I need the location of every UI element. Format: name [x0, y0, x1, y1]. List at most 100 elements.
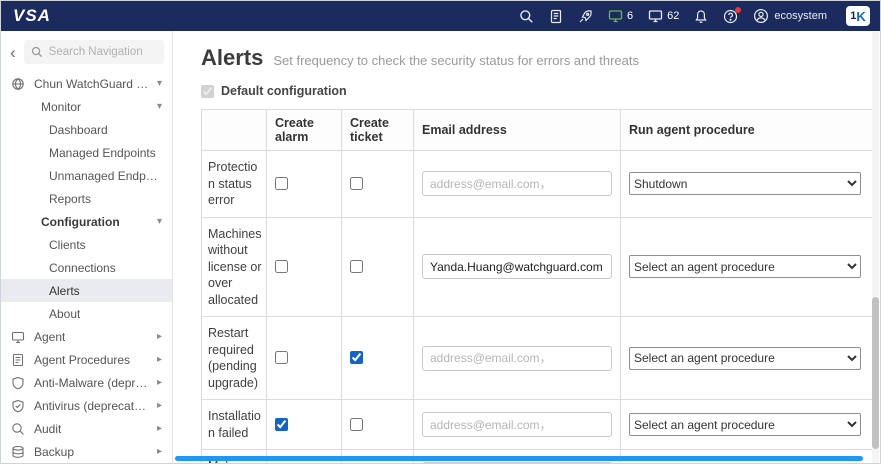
procedure-cell: Shutdown [620, 150, 874, 218]
total-agents-icon[interactable]: 62 [648, 9, 679, 23]
topbar: VSA 6 62 ecosystem 1 K [1, 1, 880, 31]
search-icon [31, 46, 42, 58]
sidebar-item-unmanaged-endpoints[interactable]: Unmanaged Endpoints [1, 164, 172, 187]
vertical-scrollbar-thumb[interactable] [872, 297, 879, 449]
sidebar-item-label: About [49, 306, 81, 321]
default-configuration-checkbox[interactable] [201, 84, 214, 98]
procedure-cell: Select an agent procedure [620, 216, 874, 317]
audit-icon [11, 422, 26, 436]
avatar-icon [754, 8, 769, 24]
sidebar-item-chun-watchguard-endpoint[interactable]: Chun WatchGuard Endpoint ... ▾ [1, 72, 172, 95]
sidebar-item-about[interactable]: About [1, 302, 172, 325]
email-input[interactable] [422, 254, 612, 280]
help-alert-badge [735, 6, 742, 13]
agent-procedure-select[interactable]: Select an agent procedure [629, 255, 861, 279]
create-ticket-checkbox[interactable] [350, 260, 363, 274]
table-row: Machines without license or over allocat… [201, 216, 874, 317]
sidebar-item-alerts[interactable]: Alerts [1, 279, 172, 302]
alarm-cell [266, 316, 342, 400]
antimalware-icon [11, 376, 26, 390]
module-icon [11, 77, 26, 91]
app-window: VSA 6 62 ecosystem 1 K ‹ Search Navigati… [0, 0, 881, 464]
sidebar-item-reports[interactable]: Reports [1, 187, 172, 210]
chevron-down-icon: ▾ [156, 216, 162, 227]
chevron-down-icon: ▾ [156, 101, 162, 112]
search-icon[interactable] [519, 9, 534, 24]
agent-procedure-select[interactable]: Select an agent procedure [629, 413, 861, 436]
sidebar-item-agent-procedures[interactable]: Agent Procedures ▸ [1, 348, 172, 371]
rocket-icon[interactable] [578, 9, 593, 24]
row-label: Installation failed [201, 399, 267, 450]
agent-procedure-select[interactable]: Shutdown [629, 172, 861, 196]
column-header: Email address [413, 109, 621, 151]
sidebar-item-audit[interactable]: Audit ▸ [1, 417, 172, 440]
create-ticket-checkbox[interactable] [350, 351, 363, 365]
ticket-cell [341, 150, 414, 218]
create-alarm-checkbox[interactable] [275, 417, 288, 431]
chevron-right-icon: ▸ [156, 377, 162, 388]
backup-icon [11, 445, 26, 459]
sidebar-item-label: Antivirus (deprecated) [34, 398, 151, 413]
agent-procedure-select[interactable]: Select an agent procedure [629, 346, 861, 370]
sidebar-item-label: Alerts [49, 283, 80, 298]
chevron-right-icon: ▸ [156, 331, 162, 342]
sidebar-item-dashboard[interactable]: Dashboard [1, 118, 172, 141]
ticket-cell [341, 216, 414, 317]
notifications-bell-icon[interactable] [694, 9, 708, 24]
sidebar-item-label: Audit [34, 421, 62, 436]
total-agents-count: 62 [667, 10, 680, 22]
sidebar-item-anti-malware-deprecated[interactable]: Anti-Malware (deprecated) ▸ [1, 371, 172, 394]
sidebar-item-monitor[interactable]: Monitor ▾ [1, 95, 172, 118]
create-ticket-checkbox[interactable] [350, 417, 363, 431]
email-cell [413, 399, 621, 450]
sidebar-item-label: Anti-Malware (deprecated) [34, 375, 151, 390]
email-cell [413, 216, 621, 317]
document-icon[interactable] [549, 9, 563, 24]
table-row: Protection status error Shutdown [201, 150, 874, 218]
online-agents-count: 6 [627, 10, 634, 22]
sidebar-item-clients[interactable]: Clients [1, 233, 172, 256]
agent-icon [11, 330, 26, 344]
sidebar-item-label: Chun WatchGuard Endpoint ... [34, 76, 151, 91]
alarm-cell [266, 399, 342, 450]
sidebar-item-label: Dashboard [49, 122, 108, 137]
create-alarm-checkbox[interactable] [275, 260, 288, 274]
sidebar-search [23, 40, 164, 64]
user-menu[interactable]: ecosystem [753, 8, 827, 24]
ticket-cell [341, 316, 414, 400]
sidebar-item-label: Monitor [41, 99, 82, 114]
email-cell [413, 150, 621, 218]
email-input[interactable] [422, 345, 612, 371]
sidebar-item-backup[interactable]: Backup ▸ [1, 440, 172, 463]
procedure-cell: Select an agent procedure [620, 316, 874, 400]
sidebar-item-label: Reports [49, 191, 92, 206]
collapse-sidebar-icon[interactable]: ‹ [7, 44, 19, 61]
column-header: Create alarm [266, 109, 342, 151]
kaseya-one-icon[interactable]: 1K [846, 6, 870, 26]
email-input[interactable] [422, 412, 612, 437]
row-label: Protection status error [201, 150, 267, 218]
search-navigation-input[interactable] [23, 40, 164, 64]
sidebar-item-connections[interactable]: Connections [1, 256, 172, 279]
sidebar-item-label: Backup [34, 444, 75, 459]
procedures-icon [11, 353, 26, 367]
sidebar-item-label: Agent Procedures [34, 352, 131, 367]
alerts-table: Create alarm Create ticket Email address Ru… [201, 109, 874, 463]
create-alarm-checkbox[interactable] [275, 351, 288, 365]
column-header: Create ticket [341, 109, 414, 151]
sidebar-item-antivirus-deprecated[interactable]: Antivirus (deprecated) ▸ [1, 394, 172, 417]
chevron-right-icon: ▸ [156, 354, 162, 365]
online-agents-icon[interactable]: 6 [608, 9, 633, 23]
help-icon[interactable] [723, 6, 742, 24]
email-input[interactable] [422, 171, 612, 197]
sidebar-item-managed-endpoints[interactable]: Managed Endpoints [1, 141, 172, 164]
chevron-down-icon: ▾ [156, 78, 162, 89]
create-alarm-checkbox[interactable] [275, 177, 288, 191]
horizontal-scrollbar-thumb[interactable] [175, 456, 863, 461]
default-configuration-label: Default configuration [221, 84, 347, 98]
row-label: Machines without license or over allocat… [201, 216, 267, 317]
sidebar-item-label: Connections [49, 260, 116, 275]
sidebar-item-agent[interactable]: Agent ▸ [1, 325, 172, 348]
sidebar-item-configuration[interactable]: Configuration ▾ [1, 210, 172, 233]
create-ticket-checkbox[interactable] [350, 177, 363, 191]
